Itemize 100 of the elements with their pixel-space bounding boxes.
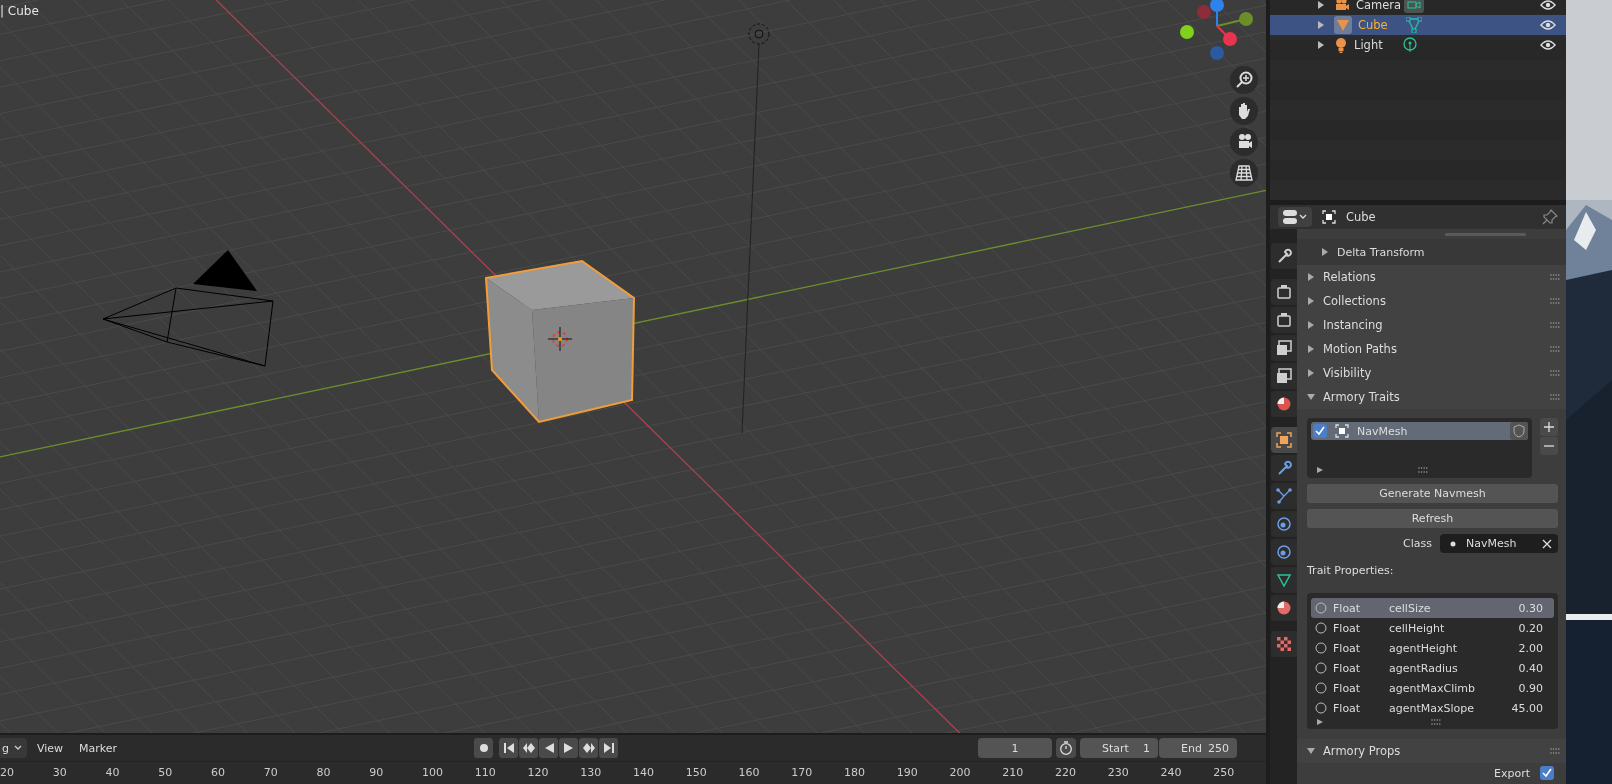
property-value: 45.00 [1510, 701, 1543, 715]
checkbox[interactable] [1313, 424, 1327, 438]
expand-arrow-icon[interactable] [1318, 1, 1324, 9]
remove-button[interactable] [1540, 437, 1558, 455]
record-button[interactable] [474, 738, 493, 759]
subpanel-header[interactable]: Delta Transform [1297, 239, 1566, 265]
drag-handle-icon[interactable] [1550, 370, 1560, 376]
expand-arrow-icon[interactable] [1318, 21, 1324, 29]
preview-range-button[interactable] [1056, 738, 1076, 759]
mesh-data-icon[interactable] [1406, 17, 1422, 33]
frame-number: 120 [527, 766, 549, 780]
frame-number: 220 [1055, 766, 1076, 780]
property-row[interactable]: Float agentHeight 2.00 [1311, 638, 1554, 658]
properties-tab[interactable] [1271, 391, 1297, 417]
outliner-row[interactable]: Camera [1270, 0, 1566, 15]
eye-icon[interactable] [1540, 20, 1556, 30]
menu-item[interactable]: Marker [73, 741, 124, 755]
outliner-row[interactable]: Light [1270, 35, 1566, 55]
end-frame-field[interactable]: End 250 [1159, 738, 1237, 759]
light-data-icon[interactable] [1402, 37, 1418, 53]
panel-header[interactable]: Armory Traits [1297, 385, 1566, 409]
panel-header[interactable]: Collections [1297, 289, 1566, 313]
property-row[interactable]: Float agentRadius 0.40 [1311, 658, 1554, 678]
property-type: Float [1333, 661, 1362, 675]
property-row[interactable]: Float cellSize 0.30 [1311, 598, 1554, 618]
object-name: Camera [1356, 0, 1403, 12]
menu-item[interactable]: View [31, 741, 70, 755]
zoom-button[interactable] [1230, 66, 1258, 94]
current-frame-field[interactable]: 1 [978, 738, 1052, 759]
panel-header[interactable]: Relations [1297, 265, 1566, 289]
drag-handle-icon[interactable] [1550, 274, 1560, 280]
jump-start-button[interactable] [499, 738, 518, 759]
properties-tab[interactable] [1271, 483, 1297, 509]
drag-handle-icon[interactable] [1550, 298, 1560, 304]
add-button[interactable] [1540, 418, 1558, 436]
properties-tab[interactable] [1271, 307, 1297, 333]
properties-tab[interactable] [1271, 279, 1297, 305]
mode-dropdown[interactable]: g [0, 738, 27, 759]
frame-number: 110 [474, 766, 496, 780]
action-button[interactable]: Refresh [1307, 509, 1558, 528]
class-field[interactable]: NavMesh [1440, 534, 1558, 553]
close-icon[interactable] [1542, 538, 1552, 549]
property-row[interactable]: Float agentMaxSlope 45.00 [1311, 698, 1554, 718]
property-type: Float [1333, 621, 1362, 635]
panel-header[interactable]: Instancing [1297, 313, 1566, 337]
drag-handle-icon[interactable] [1550, 394, 1560, 400]
frame-ruler[interactable]: 20 30 40 50 60 70 80 90 100 110 120 130 140 150 160 170 180 190 200 210 220 230 240 250 [0, 761, 1266, 784]
caret-right-icon[interactable] [1317, 467, 1323, 473]
skip-back-icon [503, 743, 514, 754]
play-reverse-button[interactable] [539, 738, 558, 759]
property-name: agentMaxSlope [1389, 701, 1476, 715]
drag-handle-icon[interactable] [1550, 346, 1560, 352]
outliner-row[interactable]: Cube [1270, 15, 1566, 35]
perspective-toggle-button[interactable] [1230, 159, 1258, 187]
plus-icon [1544, 422, 1554, 432]
eye-icon[interactable] [1540, 40, 1556, 50]
panel-header[interactable]: Motion Paths [1297, 337, 1566, 361]
properties-tab[interactable] [1271, 335, 1297, 361]
resize-handle-icon[interactable] [1417, 467, 1428, 473]
jump-end-button[interactable] [599, 738, 618, 759]
resize-handle-icon[interactable] [1430, 719, 1441, 725]
cube-drawing[interactable] [484, 259, 636, 425]
skip-forward-icon [603, 743, 614, 754]
property-row[interactable]: Float agentMaxClimb 0.90 [1311, 678, 1554, 698]
previous-keyframe-button[interactable] [519, 738, 538, 759]
trait-item[interactable]: NavMesh [1311, 422, 1528, 440]
editor-type-dropdown[interactable] [1278, 207, 1312, 227]
export-checkbox[interactable] [1540, 766, 1554, 780]
pan-button[interactable] [1230, 97, 1258, 125]
3d-viewport[interactable]: | Cube [0, 0, 1266, 734]
section-label: Trait Properties: [1307, 563, 1395, 579]
drag-handle-icon[interactable] [1550, 322, 1560, 328]
properties-tab[interactable] [1271, 363, 1297, 389]
panel-header[interactable]: Visibility [1297, 361, 1566, 385]
properties-tab[interactable] [1271, 567, 1297, 593]
properties-tab[interactable] [1271, 511, 1297, 537]
expand-arrow-icon[interactable] [1318, 41, 1324, 49]
properties-tab[interactable] [1271, 595, 1297, 621]
sphere-icon [1276, 600, 1292, 616]
drag-handle-icon[interactable] [1550, 748, 1560, 754]
caret-right-icon[interactable] [1317, 719, 1323, 725]
class-label: Class [1403, 537, 1432, 550]
toggles-icon [1283, 210, 1307, 224]
next-keyframe-button[interactable] [579, 738, 598, 759]
shield-toggle[interactable] [1510, 422, 1528, 440]
nodes-icon [1276, 488, 1292, 504]
properties-tab[interactable] [1271, 243, 1297, 269]
play-button[interactable] [559, 738, 578, 759]
start-frame-field[interactable]: Start 1 [1080, 738, 1158, 759]
property-row[interactable]: Float cellHeight 0.20 [1311, 618, 1554, 638]
pin-icon[interactable] [1542, 209, 1558, 225]
camera-data-icon[interactable] [1404, 0, 1424, 13]
frame-number: 90 [369, 766, 384, 780]
frame-number: 100 [422, 766, 443, 780]
eye-icon[interactable] [1540, 0, 1556, 10]
properties-tab[interactable] [1271, 455, 1297, 481]
action-button[interactable]: Generate Navmesh [1307, 484, 1558, 503]
panel-header[interactable]: Armory Props [1297, 739, 1566, 763]
camera-view-button[interactable] [1230, 128, 1258, 156]
properties-tab[interactable] [1271, 539, 1297, 565]
